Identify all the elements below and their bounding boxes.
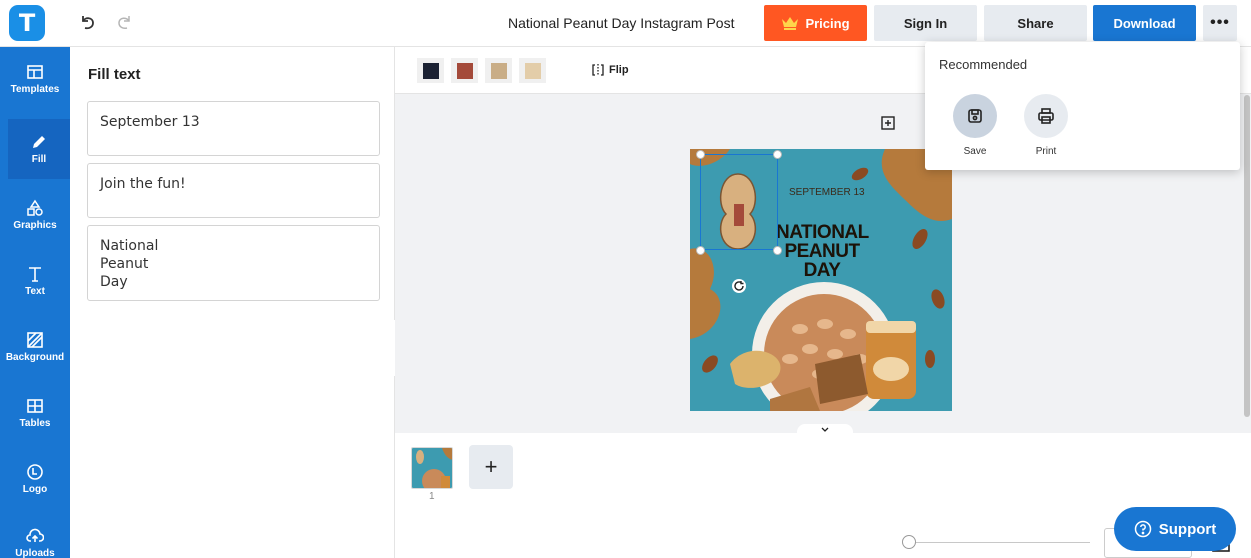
more-label: ••• xyxy=(1210,14,1230,31)
table-icon xyxy=(27,399,43,413)
save-option-circle xyxy=(953,94,997,138)
pricing-button[interactable]: Pricing xyxy=(764,5,867,41)
sidebar-item-background[interactable]: Background xyxy=(0,317,70,377)
document-title[interactable]: National Peanut Day Instagram Post xyxy=(508,15,734,31)
print-label: Print xyxy=(1035,146,1057,157)
resize-handle[interactable] xyxy=(696,150,705,159)
resize-handle[interactable] xyxy=(773,246,782,255)
redo-icon[interactable] xyxy=(114,12,134,32)
vertical-scrollbar[interactable] xyxy=(1244,95,1250,417)
resize-handle[interactable] xyxy=(696,246,705,255)
zoom-slider-track[interactable] xyxy=(916,542,1090,543)
save-option[interactable]: Save xyxy=(952,94,998,157)
share-label: Share xyxy=(1017,15,1054,31)
sidebar-item-label: Tables xyxy=(19,418,51,429)
dropdown-title: Recommended xyxy=(939,57,1028,72)
rotate-icon xyxy=(734,281,744,291)
support-label: Support xyxy=(1158,520,1217,538)
sign-in-label: Sign In xyxy=(903,15,948,31)
sign-in-button[interactable]: Sign In xyxy=(874,5,977,41)
sidebar-item-graphics[interactable]: Graphics xyxy=(0,185,70,245)
panel-title: Fill text xyxy=(88,66,141,83)
more-options-button[interactable]: ••• xyxy=(1203,5,1237,41)
color-swatch[interactable] xyxy=(485,58,512,83)
pencil-icon xyxy=(33,136,45,148)
support-button[interactable]: Support xyxy=(1114,507,1236,551)
text-field-tagline[interactable]: Join the fun! xyxy=(87,163,380,218)
save-icon xyxy=(968,109,982,123)
sidebar-item-label: Graphics xyxy=(13,220,57,231)
rotate-handle[interactable] xyxy=(732,279,746,293)
logo-icon xyxy=(27,464,43,480)
fill-panel: Fill text September 13 Join the fun! Nat… xyxy=(70,47,395,558)
sidebar-item-text[interactable]: Text xyxy=(0,251,70,311)
add-element-icon[interactable] xyxy=(880,115,896,131)
flip-button[interactable]: Flip xyxy=(591,63,629,77)
add-page-label: + xyxy=(484,454,498,479)
templates-icon xyxy=(27,65,43,79)
flip-icon xyxy=(592,64,604,76)
selection-box[interactable] xyxy=(700,154,778,250)
text-field-date[interactable]: September 13 xyxy=(87,101,380,156)
help-icon xyxy=(1134,520,1151,538)
color-swatch[interactable] xyxy=(519,58,546,83)
crown-icon xyxy=(782,17,799,30)
page-number: 1 xyxy=(429,491,435,502)
sidebar-item-uploads[interactable]: Uploads xyxy=(0,513,70,558)
top-bar: T National Peanut Day Instagram Post Pri… xyxy=(0,0,1251,47)
text-field-title[interactable]: National Peanut Day xyxy=(87,225,380,301)
pricing-label: Pricing xyxy=(805,15,850,31)
print-option[interactable]: Print xyxy=(1023,94,1069,157)
design-title-text[interactable]: NATIONAL PEANUT DAY xyxy=(776,222,869,281)
design-date-text[interactable]: SEPTEMBER 13 xyxy=(789,187,865,198)
page-thumbnail[interactable] xyxy=(411,447,453,489)
add-page-button[interactable]: + xyxy=(469,445,513,489)
sidebar-item-label: Uploads xyxy=(15,548,55,558)
chevron-down-icon xyxy=(821,427,829,432)
sidebar-item-label: Text xyxy=(25,286,45,297)
page-thumbnail-image xyxy=(412,448,452,488)
more-options-dropdown: Recommended Save Print xyxy=(925,42,1240,170)
save-label: Save xyxy=(963,146,987,157)
resize-handle[interactable] xyxy=(773,150,782,159)
sidebar-item-label: Templates xyxy=(10,84,60,95)
sidebar-item-templates[interactable]: Templates xyxy=(0,49,70,109)
sidebar-item-logo[interactable]: Logo xyxy=(0,449,70,509)
color-swatch[interactable] xyxy=(417,58,444,83)
app-logo[interactable]: T xyxy=(9,5,45,41)
design-title-line: NATIONAL PEANUT DAY xyxy=(776,222,869,281)
sidebar-item-label: Logo xyxy=(22,484,48,495)
sidebar-item-tables[interactable]: Tables xyxy=(0,383,70,443)
sidebar-item-label: Fill xyxy=(31,154,47,165)
download-label: Download xyxy=(1113,15,1176,31)
text-icon xyxy=(29,267,41,282)
print-option-circle xyxy=(1024,94,1068,138)
download-button[interactable]: Download xyxy=(1093,5,1196,41)
sidebar-item-fill[interactable]: Fill xyxy=(8,119,70,179)
color-swatch[interactable] xyxy=(451,58,478,83)
sidebar-item-label: Background xyxy=(5,352,65,363)
share-button[interactable]: Share xyxy=(984,5,1087,41)
undo-icon[interactable] xyxy=(78,12,98,32)
background-icon xyxy=(27,332,43,348)
sidebar: Templates Fill Graphics Text Background … xyxy=(0,47,70,558)
upload-icon xyxy=(26,528,44,542)
flip-label: Flip xyxy=(609,64,629,76)
zoom-slider-handle[interactable] xyxy=(902,535,916,549)
shapes-icon xyxy=(27,199,43,216)
print-icon xyxy=(1038,108,1054,124)
